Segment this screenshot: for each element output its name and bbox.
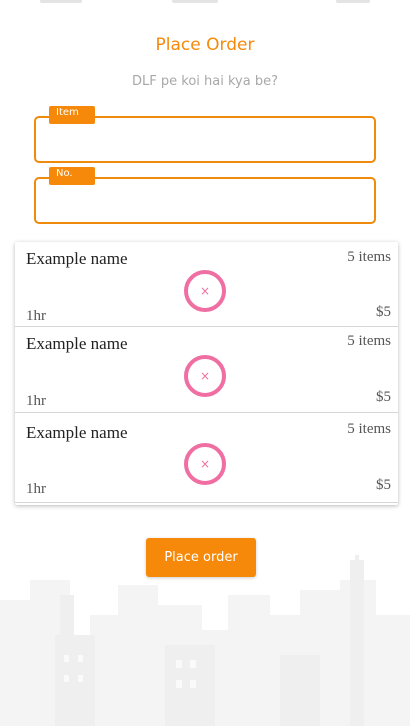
order-time: 1hr (26, 308, 46, 324)
close-icon: × (199, 284, 211, 298)
order-item-count: 5 items (347, 421, 391, 437)
close-icon: × (199, 457, 211, 471)
order-name: Example name (26, 249, 128, 268)
remove-order-button[interactable]: × (184, 443, 226, 485)
order-price: $5 (376, 389, 391, 405)
quantity-input[interactable] (46, 189, 364, 215)
item-field[interactable]: Item (34, 106, 376, 163)
order-item-count: 5 items (347, 249, 391, 265)
remove-order-button[interactable]: × (184, 270, 226, 312)
order-name: Example name (26, 334, 128, 353)
order-list: Example name 5 items × 1hr $5 Example na… (15, 242, 398, 505)
close-icon: × (199, 369, 211, 383)
order-time: 1hr (26, 393, 46, 409)
item-field-label: Item (49, 106, 95, 124)
order-price: $5 (376, 304, 391, 320)
city-skyline-illustration (0, 555, 410, 726)
remove-order-button[interactable]: × (184, 355, 226, 397)
order-name: Example name (26, 423, 128, 442)
order-price: $5 (376, 477, 391, 493)
status-bar (0, 0, 410, 14)
order-card: Example name 5 items × 1hr $5 (15, 413, 398, 503)
page-title: Place Order (155, 35, 255, 55)
order-card: Example name 5 items × 1hr $5 (15, 327, 398, 413)
item-input[interactable] (46, 128, 364, 154)
order-time: 1hr (26, 481, 46, 497)
page-subtitle: DLF pe koi hai kya be? (132, 74, 278, 89)
order-card: Example name 5 items × 1hr $5 (15, 242, 398, 327)
quantity-field-label: No. (49, 167, 95, 185)
quantity-field[interactable]: No. (34, 167, 376, 224)
order-item-count: 5 items (347, 333, 391, 349)
